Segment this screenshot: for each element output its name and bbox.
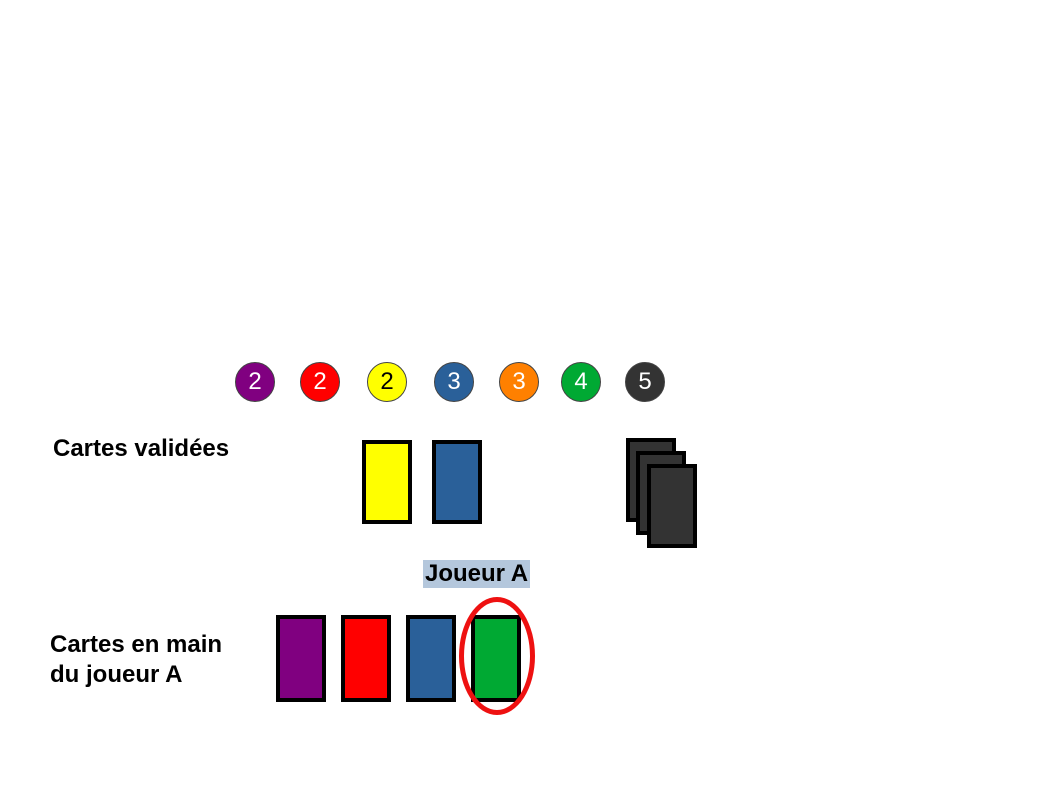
token-yellow: 2 (367, 362, 407, 402)
token-red: 2 (300, 362, 340, 402)
deck-card (647, 464, 697, 548)
token-black: 5 (625, 362, 665, 402)
hand-label-line1: Cartes en main (50, 631, 223, 658)
token-orange: 3 (499, 362, 539, 402)
token-green: 4 (561, 362, 601, 402)
hand-card-purple[interactable] (276, 615, 326, 702)
hand-label: Cartes en main du joueur A (50, 630, 222, 690)
hand-label-line2: du joueur A (50, 661, 183, 688)
player-name-label: Joueur A (423, 560, 531, 588)
validated-card-yellow[interactable] (362, 440, 412, 524)
token-purple: 2 (235, 362, 275, 402)
validated-card-blue[interactable] (432, 440, 482, 524)
validated-cards-label: Cartes validées (53, 435, 230, 462)
selected-card-highlight-ring (459, 597, 535, 715)
hand-card-red[interactable] (341, 615, 391, 702)
hand-card-blue[interactable] (406, 615, 456, 702)
token-blue: 3 (434, 362, 474, 402)
